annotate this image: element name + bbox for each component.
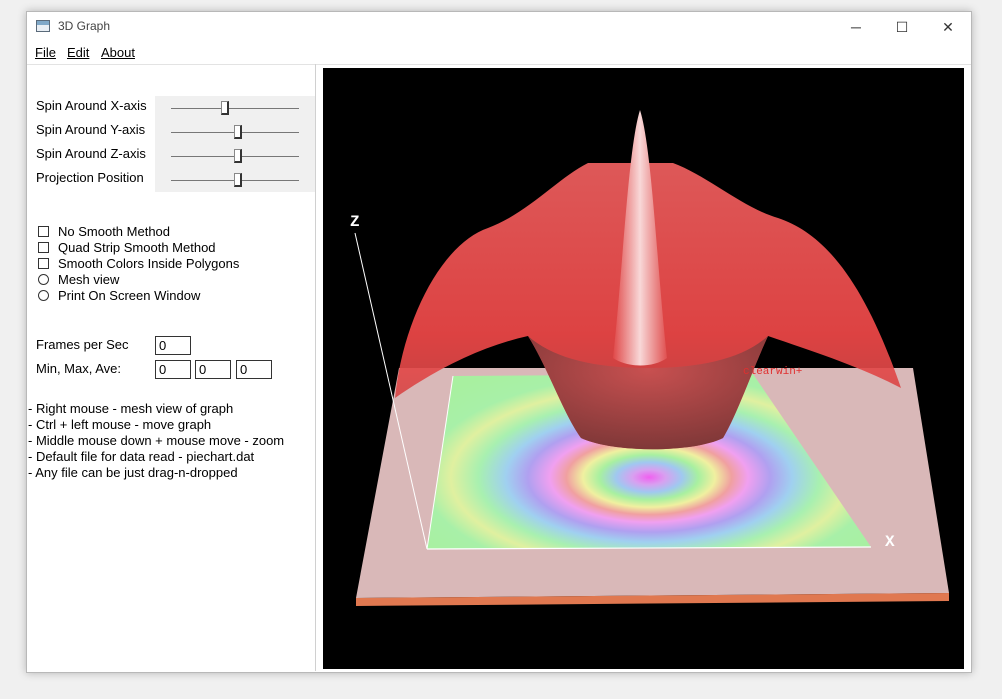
help-line: - Right mouse - mesh view of graph [28,401,234,416]
mesh-view-radio[interactable]: Mesh view [38,272,119,287]
help-line: - Default file for data read - piechart.… [28,449,255,464]
fps-label: Frames per Sec [36,337,129,352]
menu-bar: File Edit About [27,42,971,65]
menu-edit[interactable]: Edit [67,45,89,60]
min-field[interactable]: 0 [155,360,191,379]
slider-y[interactable] [171,125,299,139]
close-button[interactable]: ✕ [925,12,971,42]
window-title: 3D Graph [58,19,111,33]
slider-label-z: Spin Around Z-axis [36,146,146,161]
menu-about[interactable]: About [101,45,135,60]
3d-graph-canvas[interactable]: Z X clearwin+ [323,68,964,669]
menu-file[interactable]: File [35,45,56,60]
ave-field[interactable]: 0 [236,360,272,379]
help-line: - Any file can be just drag-n-dropped [28,465,238,480]
x-axis-label: X [885,533,895,551]
checkbox-box[interactable] [38,242,49,253]
control-panel: Spin Around X-axis Spin Around Y-axis Sp… [27,64,316,671]
minimize-button[interactable]: ─ [833,12,879,42]
menu-about-label: About [101,45,135,60]
max-field[interactable]: 0 [195,360,231,379]
menu-file-label: File [35,45,56,60]
fps-field[interactable]: 0 [155,336,191,355]
menu-edit-label: Edit [67,45,90,60]
slider-y-thumb[interactable] [234,125,242,139]
slider-x[interactable] [171,101,299,115]
radio-circle[interactable] [38,290,49,301]
slider-z[interactable] [171,149,299,163]
checkbox-box[interactable] [38,258,49,269]
slider-projection-thumb[interactable] [234,173,242,187]
option-label: Quad Strip Smooth Method [58,240,216,255]
title-bar[interactable]: 3D Graph ─ ☐ ✕ [27,12,971,42]
slider-label-projection: Projection Position [36,170,144,185]
radio-circle[interactable] [38,274,49,285]
no-smooth-checkbox[interactable]: No Smooth Method [38,224,170,239]
slider-projection[interactable] [171,173,299,187]
slider-label-y: Spin Around Y-axis [36,122,146,137]
maximize-button[interactable]: ☐ [879,12,925,42]
z-axis-label: Z [350,213,360,231]
minmax-label: Min, Max, Ave: [36,361,122,376]
option-label: Mesh view [58,272,120,287]
option-label: Smooth Colors Inside Polygons [58,256,240,271]
watermark-text: clearwin+ [743,366,802,378]
app-window: 3D Graph ─ ☐ ✕ File Edit About Spin Arou… [26,11,972,673]
slider-z-thumb[interactable] [234,149,242,163]
smooth-colors-checkbox[interactable]: Smooth Colors Inside Polygons [38,256,239,271]
slider-x-thumb[interactable] [221,101,229,115]
help-line: - Middle mouse down + mouse move - zoom [28,433,285,448]
3d-graph-viewport[interactable]: Z X clearwin+ [323,68,964,669]
quad-strip-checkbox[interactable]: Quad Strip Smooth Method [38,240,216,255]
print-on-screen-radio[interactable]: Print On Screen Window [38,288,200,303]
slider-label-x: Spin Around X-axis [36,98,147,113]
option-label: No Smooth Method [58,224,171,239]
option-label: Print On Screen Window [58,288,201,303]
help-line: - Ctrl + left mouse - move graph [28,417,212,432]
app-icon [36,20,50,32]
checkbox-box[interactable] [38,226,49,237]
